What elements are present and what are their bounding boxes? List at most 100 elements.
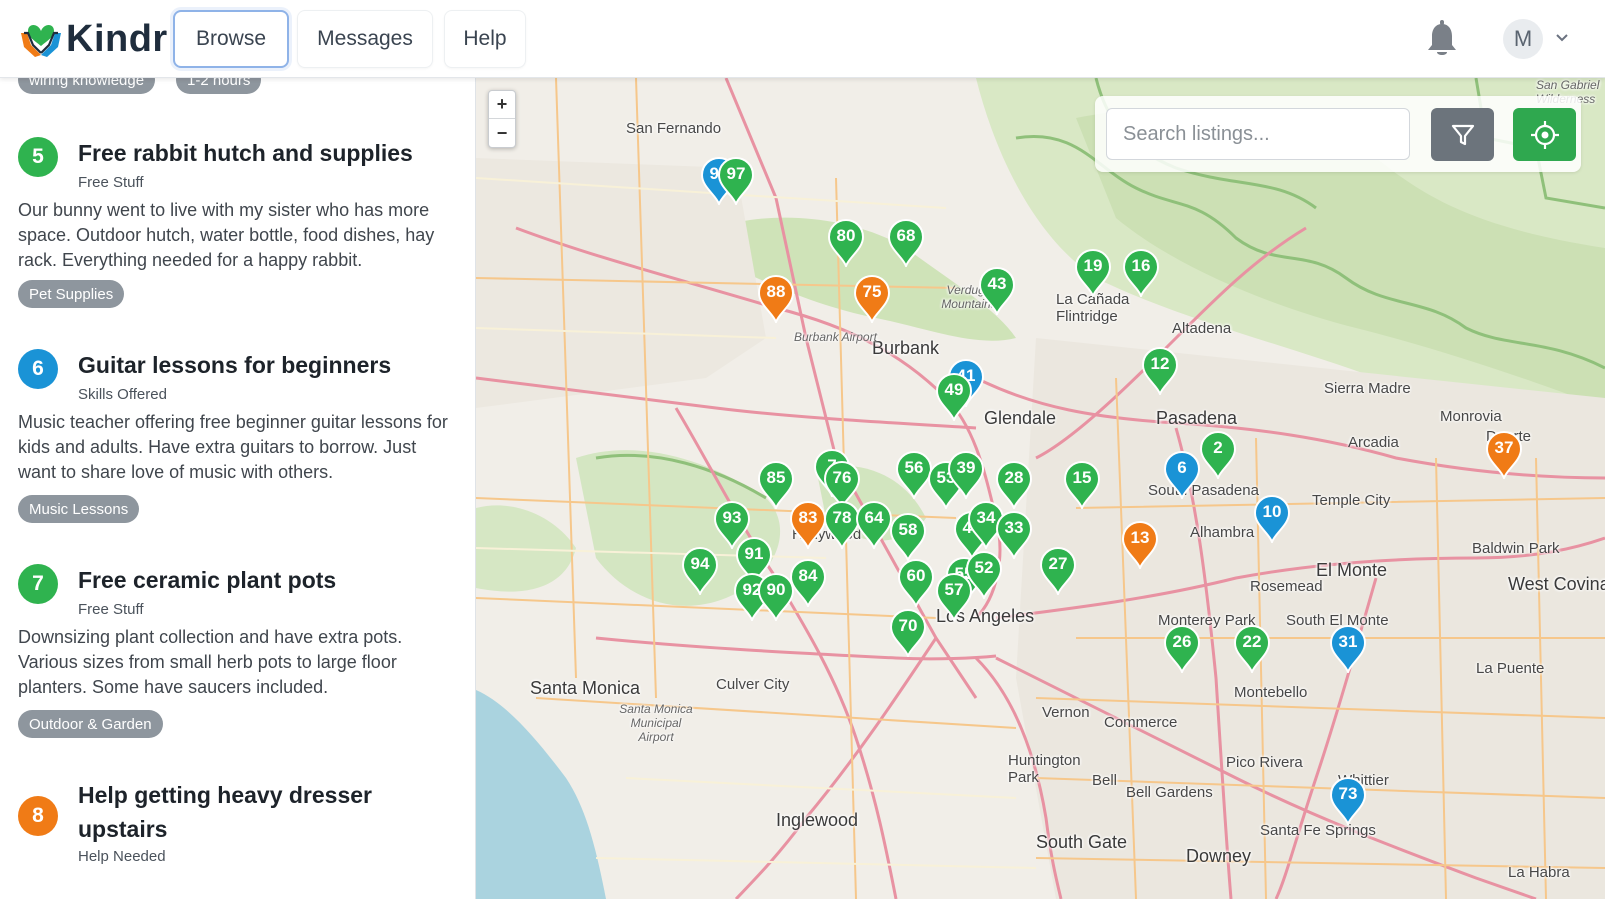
map-marker[interactable]: 80 bbox=[827, 219, 865, 267]
map-marker[interactable]: 15 bbox=[1063, 461, 1101, 509]
listing-title[interactable]: Free ceramic plant pots bbox=[78, 563, 336, 597]
map-label-huntington-park: Huntington Park bbox=[1008, 752, 1081, 786]
listing-number-badge: 6 bbox=[18, 349, 58, 389]
chevron-down-icon[interactable] bbox=[1554, 30, 1570, 46]
filter-button[interactable] bbox=[1431, 108, 1494, 161]
map-label-west-covina: West Covina bbox=[1508, 574, 1605, 594]
map-marker-number: 57 bbox=[944, 580, 964, 599]
map-marker[interactable]: 94 bbox=[681, 547, 719, 595]
map-label-inglewood: Inglewood bbox=[776, 810, 859, 830]
map-marker-number: 6 bbox=[1177, 458, 1187, 477]
map-marker[interactable]: 26 bbox=[1163, 625, 1201, 673]
locate-me-button[interactable] bbox=[1513, 108, 1576, 161]
map-marker-number: 68 bbox=[896, 226, 916, 245]
map-marker[interactable]: 75 bbox=[853, 275, 891, 323]
map-marker[interactable]: 27 bbox=[1039, 547, 1077, 595]
listing-category: Free Stuff bbox=[78, 174, 144, 191]
map-label-temple-city: Temple City bbox=[1312, 492, 1391, 509]
map-marker[interactable]: 88 bbox=[757, 275, 795, 323]
map-marker-number: 80 bbox=[836, 226, 856, 245]
tab-help[interactable]: Help bbox=[444, 10, 526, 68]
map-marker[interactable]: 58 bbox=[889, 513, 927, 561]
notification-bell-icon[interactable] bbox=[1425, 20, 1459, 58]
map-marker[interactable]: 90 bbox=[757, 573, 795, 621]
map-marker[interactable]: 60 bbox=[897, 559, 935, 607]
zoom-control: + − bbox=[488, 90, 516, 148]
map-label-montebello: Montebello bbox=[1234, 684, 1308, 701]
map-marker-number: 97 bbox=[726, 164, 746, 183]
map-marker-number: 2 bbox=[1213, 438, 1223, 457]
map-marker[interactable]: 22 bbox=[1233, 625, 1271, 673]
listing-description: Downsizing plant collection and have ext… bbox=[18, 627, 403, 697]
map-marker[interactable]: 37 bbox=[1485, 431, 1523, 479]
brand-name: Kindr bbox=[66, 17, 168, 60]
listing-tag: wiring knowledge bbox=[18, 78, 156, 94]
map-marker[interactable]: 83 bbox=[789, 501, 827, 549]
map-marker[interactable]: 19 bbox=[1074, 249, 1112, 297]
crosshair-icon bbox=[1530, 120, 1559, 149]
map-view[interactable]: San Fernando Burbank Burbank Airport Ver… bbox=[476, 78, 1605, 899]
listing-category: Free Stuff bbox=[78, 601, 144, 618]
map-marker-number: 37 bbox=[1494, 438, 1514, 457]
map-marker-number: 90 bbox=[766, 580, 786, 599]
map-label-commerce: Commerce bbox=[1104, 714, 1178, 731]
map-label-glendale: Glendale bbox=[984, 408, 1057, 428]
map-marker-number: 88 bbox=[766, 282, 786, 301]
zoom-out-button[interactable]: − bbox=[489, 119, 515, 147]
map-marker[interactable]: 57 bbox=[935, 573, 973, 621]
map-marker-number: 73 bbox=[1338, 784, 1358, 803]
map-marker[interactable]: 64 bbox=[855, 501, 893, 549]
map-label-bell: Bell bbox=[1092, 772, 1118, 789]
map-marker-number: 10 bbox=[1262, 502, 1282, 521]
listing-title[interactable]: Help getting heavy dresser upstairs bbox=[78, 778, 438, 846]
listings-panel[interactable]: wiring knowledge 1-2 hours 5 Free rabbit… bbox=[0, 78, 476, 899]
map-marker-number: 94 bbox=[690, 554, 710, 573]
map-marker-number: 12 bbox=[1150, 354, 1170, 373]
map-marker[interactable]: 31 bbox=[1329, 625, 1367, 673]
map-label-vernon: Vernon bbox=[1042, 704, 1090, 721]
map-marker-number: 26 bbox=[1172, 632, 1192, 651]
zoom-in-button[interactable]: + bbox=[489, 91, 515, 119]
listing-tag: Music Lessons bbox=[18, 495, 140, 523]
map-label-el-monte: El Monte bbox=[1316, 560, 1388, 580]
map-marker[interactable]: 12 bbox=[1141, 347, 1179, 395]
map-marker[interactable]: 16 bbox=[1122, 249, 1160, 297]
search-input[interactable] bbox=[1106, 108, 1410, 160]
map-marker[interactable]: 70 bbox=[889, 609, 927, 657]
map-marker-number: 76 bbox=[832, 468, 852, 487]
map-marker-number: 39 bbox=[956, 458, 976, 477]
map-label-sierra-madre: Sierra Madre bbox=[1324, 380, 1411, 397]
tab-browse[interactable]: Browse bbox=[173, 10, 289, 68]
map-label-arcadia: Arcadia bbox=[1348, 434, 1399, 451]
listing-title[interactable]: Free rabbit hutch and supplies bbox=[78, 136, 413, 170]
listing-number-badge: 8 bbox=[18, 796, 58, 836]
map-marker-number: 60 bbox=[906, 566, 926, 585]
map-marker-number: 85 bbox=[766, 468, 786, 487]
tab-messages[interactable]: Messages bbox=[297, 10, 433, 68]
brand-logo[interactable]: Kindr bbox=[18, 17, 168, 61]
map-label-baldwin-park: Baldwin Park bbox=[1472, 540, 1560, 557]
map-marker[interactable]: 2 bbox=[1199, 431, 1237, 479]
map-marker[interactable]: 39 bbox=[947, 451, 985, 499]
listing-category: Help Needed bbox=[78, 848, 166, 865]
map-label-culver-city: Culver City bbox=[716, 676, 790, 693]
map-label-pico-rivera: Pico Rivera bbox=[1226, 754, 1303, 771]
map-marker[interactable]: 13 bbox=[1121, 521, 1159, 569]
map-marker[interactable]: 97 bbox=[717, 157, 755, 205]
map-label-santa-monica: Santa Monica bbox=[530, 678, 641, 698]
map-marker[interactable]: 73 bbox=[1329, 777, 1367, 825]
map-marker-number: 58 bbox=[898, 520, 918, 539]
user-avatar[interactable]: M bbox=[1503, 19, 1543, 59]
map-marker-number: 13 bbox=[1130, 528, 1150, 547]
map-label-alhambra: Alhambra bbox=[1190, 524, 1255, 541]
map-marker[interactable]: 6 bbox=[1163, 451, 1201, 499]
listing-title[interactable]: Guitar lessons for beginners bbox=[78, 348, 391, 382]
map-marker-number: 16 bbox=[1131, 256, 1151, 275]
map-label-la-puente: La Puente bbox=[1476, 660, 1545, 677]
map-marker[interactable]: 49 bbox=[935, 373, 973, 421]
map-marker[interactable]: 68 bbox=[887, 219, 925, 267]
map-label-bell-gardens: Bell Gardens bbox=[1126, 784, 1213, 801]
map-marker[interactable]: 43 bbox=[978, 267, 1016, 315]
map-marker[interactable]: 10 bbox=[1253, 495, 1291, 543]
map-label-burbank-airport: Burbank Airport bbox=[794, 330, 877, 344]
